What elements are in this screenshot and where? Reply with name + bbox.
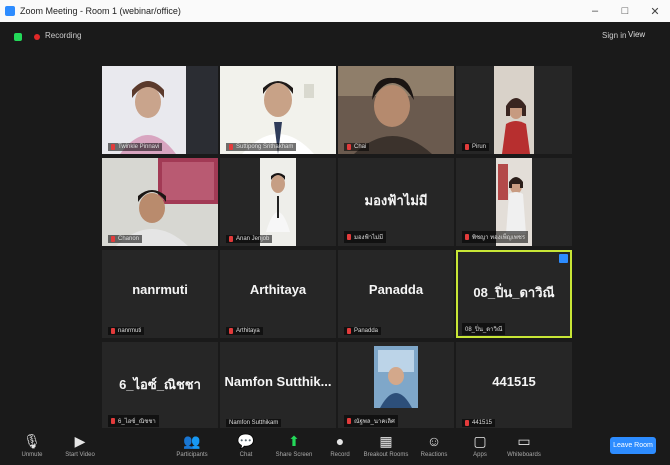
- participant-display-name: nanrmuti: [132, 282, 188, 297]
- participant-name: มองฟ้าไม่มี: [344, 231, 387, 243]
- people-icon: 👥: [183, 433, 201, 449]
- participant-video: [102, 158, 218, 246]
- minimize-button[interactable]: –: [580, 5, 610, 17]
- sign-in-link[interactable]: Sign in: [602, 31, 626, 40]
- participant-name: 441515: [462, 419, 496, 427]
- participant-tile[interactable]: Namfon Sutthik... Namfon Sutthikam: [220, 342, 336, 430]
- participant-video: [102, 66, 218, 154]
- whiteboards-button[interactable]: ▭ Whiteboards: [496, 432, 552, 458]
- participant-tile[interactable]: Chai: [338, 66, 454, 154]
- mic-muted-icon: [111, 236, 115, 242]
- more-options-icon[interactable]: [559, 254, 568, 263]
- participant-display-name: Panadda: [368, 282, 424, 297]
- mic-muted-icon: [111, 418, 115, 424]
- participant-name: Panadda: [344, 327, 382, 335]
- participant-tile[interactable]: Suttipong Srithakham: [220, 66, 336, 154]
- whiteboard-icon: ▭: [517, 433, 531, 449]
- participant-tile[interactable]: Twinkle Pinnavi: [102, 66, 218, 154]
- participant-video: [220, 66, 336, 154]
- mic-muted-icon: [347, 418, 351, 424]
- participants-button[interactable]: 👥 Participants: [164, 432, 220, 458]
- participant-display-name: 441515: [492, 374, 536, 389]
- mic-muted-icon: [229, 236, 233, 242]
- mic-muted-icon: [347, 234, 351, 240]
- participant-name: พิชญา ทองเพ็ญเพชร: [462, 231, 529, 243]
- camera-icon: ▶: [74, 433, 86, 449]
- meeting-toolbar: 🎙 Unmute ▶ Start Video 👥 Participants 💬 …: [0, 428, 670, 465]
- participant-name: ณัฐพล_นาคเลิศ: [344, 415, 398, 427]
- mic-muted-icon: [229, 144, 233, 150]
- participant-tile[interactable]: Arthitaya Arthitaya: [220, 250, 336, 338]
- view-button[interactable]: View: [628, 30, 645, 39]
- mic-muted-icon: [111, 144, 115, 150]
- mic-muted-icon: [229, 328, 233, 334]
- participant-name: 08_ปิ่น_ดาวิณี: [462, 323, 506, 335]
- participant-tile[interactable]: 441515 441515: [456, 342, 572, 430]
- participant-display-name: มองฟ้าไม่มี: [364, 193, 428, 208]
- mic-muted-icon: [347, 328, 351, 334]
- window-titlebar: Zoom Meeting - Room 1 (webinar/office) –…: [0, 0, 670, 22]
- mic-muted-icon: [347, 144, 351, 150]
- participant-display-name: 6_ไอซ์_ณิชชา: [119, 377, 201, 392]
- recording-label: Recording: [45, 31, 82, 40]
- leave-room-button[interactable]: Leave Room: [610, 437, 656, 454]
- recording-dot-icon: [34, 34, 40, 40]
- start-video-button[interactable]: ▶ Start Video: [52, 432, 108, 458]
- active-speaker-tile[interactable]: 08_ปิ่น_ดาวิณี 08_ปิ่น_ดาวิณี: [456, 250, 572, 338]
- window-title: Zoom Meeting - Room 1 (webinar/office): [20, 6, 181, 16]
- participant-name: nanrmuti: [108, 327, 145, 335]
- participant-tile[interactable]: Panadda Panadda: [338, 250, 454, 338]
- mic-muted-icon: [465, 234, 469, 240]
- participant-tile[interactable]: Pirun: [456, 66, 572, 154]
- mic-muted-icon: [465, 144, 469, 150]
- participant-name: Pirun: [462, 143, 490, 151]
- close-button[interactable]: ✕: [640, 5, 670, 18]
- participant-display-name: Namfon Sutthik...: [224, 374, 332, 389]
- participant-display-name: 08_ปิ่น_ดาวิณี: [473, 285, 555, 300]
- participant-tile[interactable]: nanrmuti nanrmuti: [102, 250, 218, 338]
- participant-name: Anan Jenjob: [226, 235, 273, 243]
- participant-name: Chanon: [108, 235, 143, 243]
- participant-name: 6_ไอซ์_ณิชชา: [108, 415, 159, 427]
- participant-display-name: Arthitaya: [249, 282, 307, 297]
- participant-tile[interactable]: 6_ไอซ์_ณิชชา 6_ไอซ์_ณิชชา: [102, 342, 218, 430]
- participant-tile[interactable]: Chanon: [102, 158, 218, 246]
- participant-name: Namfon Sutthikam: [226, 419, 282, 427]
- mic-muted-icon: [111, 328, 115, 334]
- participant-tile[interactable]: Anan Jenjob: [220, 158, 336, 246]
- participant-name: Twinkle Pinnavi: [108, 143, 163, 151]
- meeting-topbar: Recording Sign in View: [0, 22, 670, 52]
- participant-name: Arthitaya: [226, 327, 263, 335]
- participant-name: Chai: [344, 143, 370, 151]
- participant-tile[interactable]: มองฟ้าไม่มี มองฟ้าไม่มี: [338, 158, 454, 246]
- security-shield-icon[interactable]: [14, 33, 22, 41]
- participant-tile[interactable]: พิชญา ทองเพ็ญเพชร: [456, 158, 572, 246]
- participant-video: [220, 158, 336, 246]
- participant-video: [338, 66, 454, 154]
- participant-tile[interactable]: ณัฐพล_นาคเลิศ: [338, 342, 454, 430]
- zoom-app-icon: [5, 6, 15, 16]
- maximize-button[interactable]: □: [610, 5, 640, 17]
- participant-name: Suttipong Srithakham: [226, 143, 297, 151]
- mic-muted-icon: [465, 420, 469, 426]
- participant-video: [456, 66, 572, 154]
